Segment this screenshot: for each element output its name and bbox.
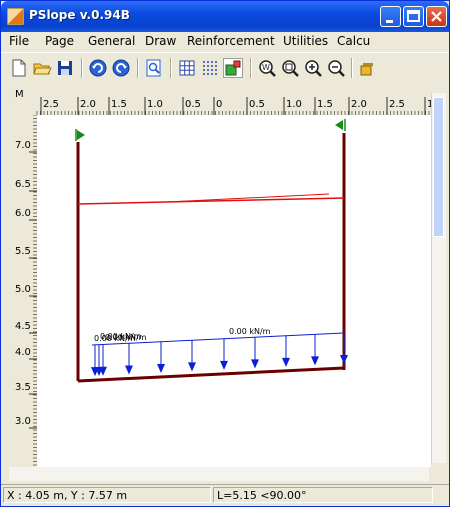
menu-draw[interactable]: Draw [145,34,176,48]
vertical-scrollbar[interactable] [431,93,446,463]
app-icon [7,8,24,25]
minimize-button[interactable] [380,6,401,27]
ruler-unit-label: M [15,89,24,100]
menu-file[interactable]: File [9,34,29,48]
segment-length: L=5.15 <90.00° [213,487,433,503]
save-icon[interactable] [55,58,75,78]
zoom-extents-icon[interactable] [280,58,300,78]
properties-icon[interactable] [357,58,377,78]
ruler-tick-label: 0.5 [249,99,265,110]
close-icon [431,11,442,22]
app-window: PSlope v.0.94B File Page General Draw Re… [0,0,450,507]
open-folder-icon[interactable] [32,58,52,78]
load-label: 0.00 kN/m [105,333,147,342]
vertical-scroll-thumb[interactable] [433,97,444,237]
minimize-icon [386,20,393,23]
new-file-icon[interactable] [9,58,29,78]
ruler-tick-label: 5.0 [15,284,31,295]
title-bar[interactable]: PSlope v.0.94B [1,1,449,32]
horizontal-scrollbar[interactable] [9,467,429,481]
menu-page[interactable]: Page [45,34,74,48]
ruler-tick-label: 4.0 [15,347,31,358]
menu-calculate[interactable]: Calcu [337,34,370,48]
menu-reinforcement[interactable]: Reinforcement [187,34,275,48]
select-tool-icon [225,60,241,76]
ruler-tick-label: 1.0 [147,99,163,110]
grid-icon[interactable] [177,58,197,78]
ruler-tick-label: 2.0 [351,99,367,110]
ruler-tick-label: 0 [216,99,222,110]
ruler-tick-label: 5.5 [15,246,31,257]
ruler-tick-label: 4.5 [15,321,31,332]
menu-general[interactable]: General [88,34,135,48]
ruler-tick-label: 2.5 [43,99,59,110]
horizontal-ruler: M 2.52.01.51.00.500.51.01.52.02.510 [15,89,441,115]
ruler-tick-label: 1.5 [317,99,333,110]
zoom-window-icon[interactable]: W [257,58,277,78]
ruler-tick-label: 6.5 [15,179,31,190]
undo-icon[interactable] [88,58,108,78]
ruler-tick-label: 2.0 [80,99,96,110]
load-label: 0.00 kN/m [229,327,271,336]
menu-utilities[interactable]: Utilities [283,34,328,48]
ruler-tick-label: 2.5 [389,99,405,110]
select-tool-button[interactable] [223,58,243,78]
snap-grid-icon[interactable] [200,58,220,78]
ruler-tick-label: 6.0 [15,208,31,219]
ruler-tick-label: 3.5 [15,382,31,393]
maximize-icon [407,10,420,22]
ruler-tick-label: 1.0 [286,99,302,110]
ruler-tick-label: 1.5 [111,99,127,110]
toolbar: W [1,52,449,83]
window-title: PSlope v.0.94B [29,8,130,22]
cursor-coordinates: X : 4.05 m, Y : 7.57 m [3,487,211,503]
ruler-tick-label: 7.0 [15,140,31,151]
drawing-canvas[interactable]: 0.00 kN/m 0.00 kN/m 0.00 kN/m 0.00 kN/m [37,115,431,467]
close-button[interactable] [426,6,447,27]
status-bar: X : 4.05 m, Y : 7.57 m L=5.15 <90.00° [1,484,449,505]
preview-icon[interactable] [144,58,164,78]
menu-bar: File Page General Draw Reinforcement Uti… [1,32,449,51]
redo-icon[interactable] [111,58,131,78]
zoom-out-icon[interactable] [326,58,346,78]
ruler-tick-label: 0.5 [185,99,201,110]
ruler-tick-label: 3.0 [15,416,31,427]
zoom-in-icon[interactable] [303,58,323,78]
maximize-button[interactable] [403,6,424,27]
svg-text:W: W [262,63,270,72]
vertical-ruler: 7.0 6.5 6.0 5.5 5.0 4.5 4.0 3.5 3.0 [1,115,37,481]
